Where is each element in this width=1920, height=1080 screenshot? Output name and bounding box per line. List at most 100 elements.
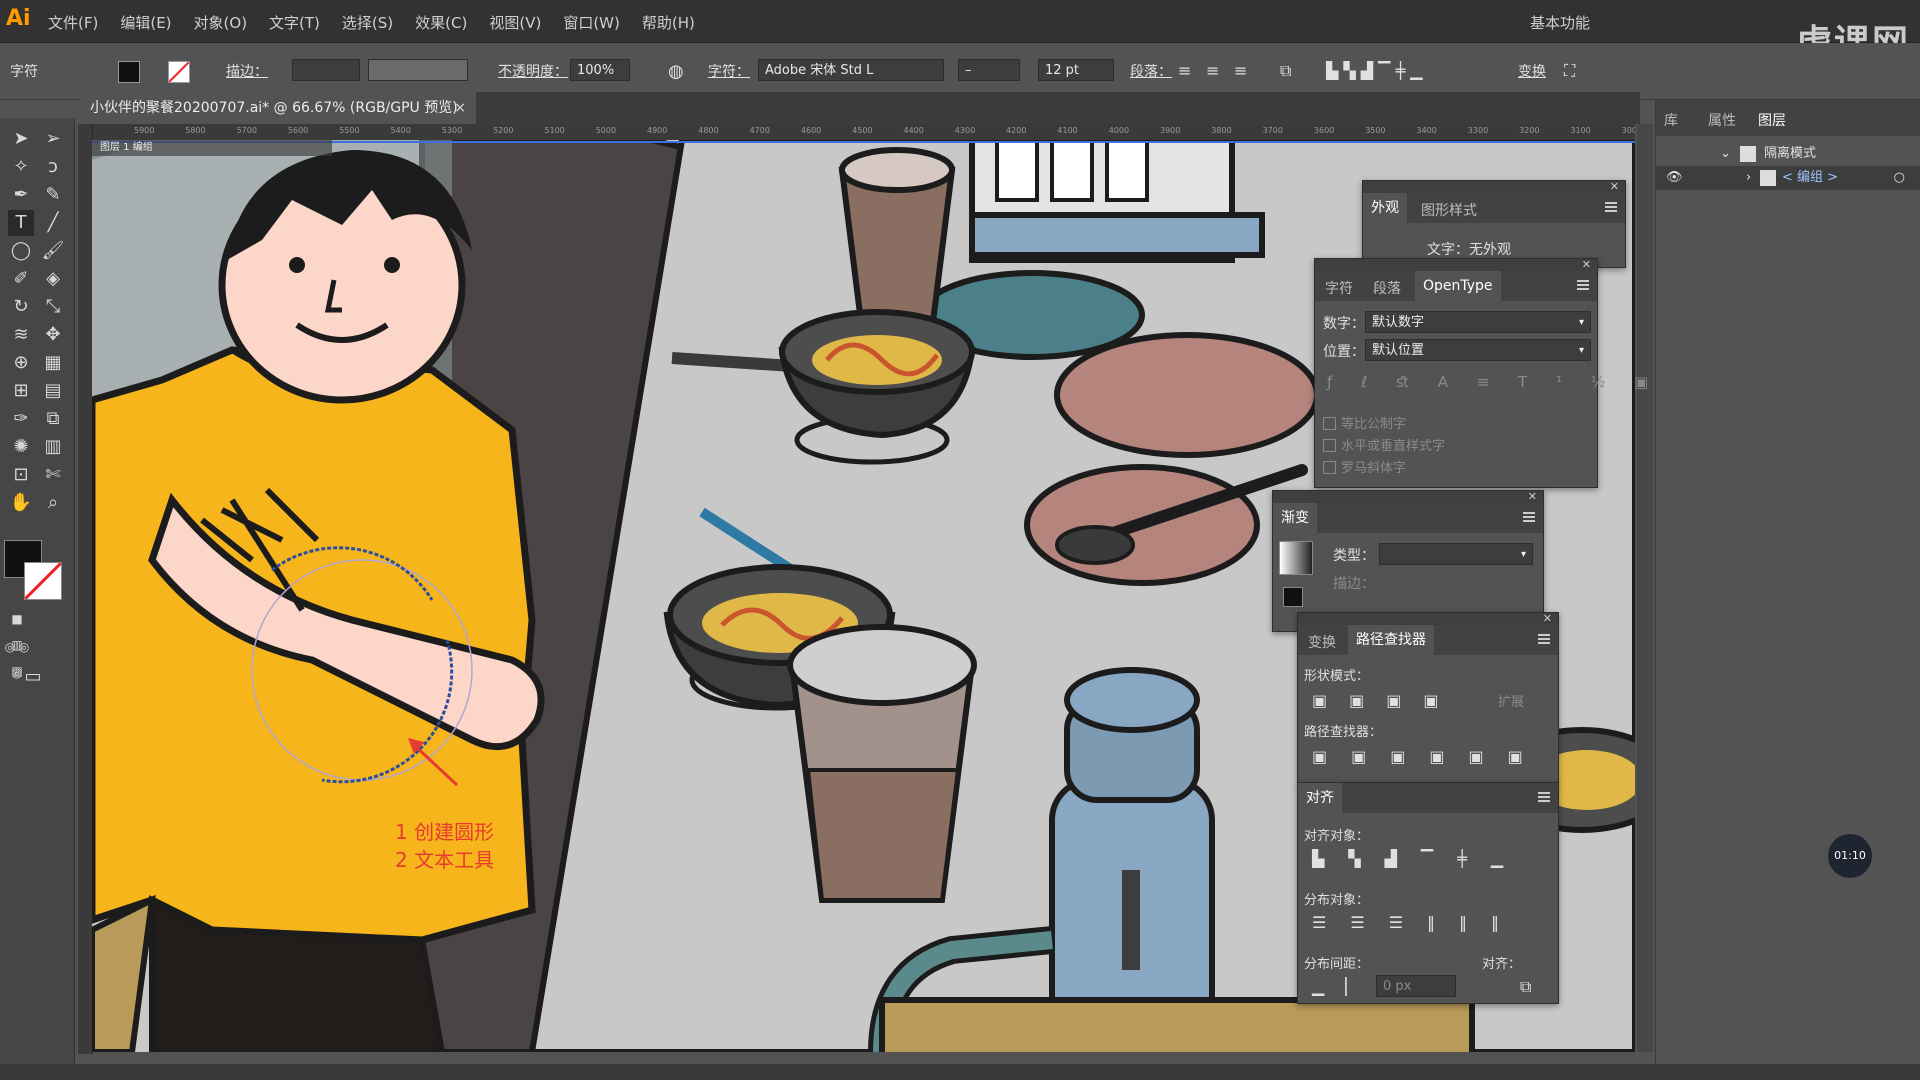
line-tool-icon[interactable]: ╱ bbox=[40, 210, 66, 236]
shape-mode-icons[interactable]: ▣▣▣▣ bbox=[1312, 691, 1460, 710]
checkbox-roman-italic[interactable] bbox=[1323, 461, 1336, 474]
target-icon[interactable]: ○ bbox=[1894, 166, 1905, 190]
pathfinder-icons[interactable]: ▣▣▣▣▣▣ bbox=[1312, 747, 1547, 766]
menu-help[interactable]: 帮助(H) bbox=[642, 12, 695, 33]
blend-tool-icon[interactable]: ⧉ bbox=[40, 406, 66, 432]
font-family-field[interactable]: Adobe 宋体 Std L bbox=[758, 59, 944, 81]
eye-icon[interactable]: 👁 bbox=[1666, 166, 1683, 190]
tab-paragraph[interactable]: 段落 bbox=[1373, 278, 1401, 298]
menu-type[interactable]: 文字(T) bbox=[269, 12, 320, 33]
align-left-icon[interactable]: ≡ bbox=[1178, 61, 1191, 80]
fill-mini-icon[interactable] bbox=[1283, 587, 1303, 607]
opacity-field[interactable]: 100% bbox=[570, 59, 630, 81]
opacity-label[interactable]: 不透明度： bbox=[498, 61, 568, 81]
brush-field[interactable] bbox=[368, 59, 468, 81]
align-object-icons[interactable]: ▙▚▟▔╪▁ bbox=[1312, 849, 1527, 868]
stroke-swatch[interactable] bbox=[168, 61, 190, 83]
panel-menu-icon[interactable] bbox=[1538, 792, 1550, 794]
isolate-icon[interactable]: ⛶ bbox=[1564, 61, 1575, 81]
slice-tool-icon[interactable]: ✄ bbox=[40, 462, 66, 488]
tab-appearance[interactable]: 外观 bbox=[1363, 193, 1407, 223]
position-select[interactable]: 默认位置 ▾ bbox=[1365, 339, 1591, 361]
tab-opentype[interactable]: OpenType bbox=[1415, 271, 1501, 301]
horizontal-ruler[interactable]: 5900 5800 5700 5600 5500 5400 5300 5200 5100 5000… bbox=[92, 124, 1635, 141]
char-label[interactable]: 字符： bbox=[708, 61, 750, 81]
scale-tool-icon[interactable]: ⤡ bbox=[40, 294, 66, 320]
artboard-tool-icon[interactable]: ⊡ bbox=[8, 462, 34, 488]
menu-view[interactable]: 视图(V) bbox=[489, 12, 541, 33]
close-icon[interactable]: ✕ bbox=[1610, 180, 1619, 193]
tab-libraries[interactable]: 库 bbox=[1664, 110, 1678, 130]
panel-menu-icon[interactable] bbox=[1577, 280, 1589, 282]
digits-select[interactable]: 默认数字 ▾ bbox=[1365, 311, 1591, 333]
workspace-switcher[interactable]: 基本功能 bbox=[1530, 12, 1590, 33]
chevron-right-icon[interactable]: › bbox=[1746, 166, 1751, 190]
direct-selection-tool-icon[interactable]: ➢ bbox=[40, 126, 66, 152]
tab-align[interactable]: 对齐 bbox=[1298, 783, 1342, 813]
screen-mode-icon[interactable]: ▭ bbox=[20, 664, 46, 690]
ellipse-tool-icon[interactable]: ◯ bbox=[8, 238, 34, 264]
align-center-icon[interactable]: ≡ bbox=[1206, 61, 1219, 80]
shaper-tool-icon[interactable]: ✐ bbox=[8, 266, 34, 292]
draw-mode-icon[interactable]: ◎ ◎ ◎ bbox=[4, 634, 30, 680]
menu-select[interactable]: 选择(S) bbox=[342, 12, 393, 33]
eyedropper-icon[interactable]: ✑ bbox=[8, 406, 34, 432]
font-style-field[interactable]: – bbox=[958, 59, 1020, 81]
align-right-icon[interactable]: ≡ bbox=[1234, 61, 1247, 80]
chevron-down-icon[interactable]: ⌄ bbox=[1720, 142, 1731, 166]
gradient-tool-icon[interactable]: ▤ bbox=[40, 378, 66, 404]
panel-menu-icon[interactable] bbox=[1523, 512, 1535, 514]
menu-file[interactable]: 文件(F) bbox=[48, 12, 98, 33]
tab-graphic-styles[interactable]: 图形样式 bbox=[1421, 200, 1477, 220]
free-transform-icon[interactable]: ✥ bbox=[40, 322, 66, 348]
lasso-icon[interactable]: ↄ bbox=[40, 154, 66, 180]
transform-label[interactable]: 变换 bbox=[1518, 61, 1546, 81]
fill-swatch[interactable] bbox=[118, 61, 140, 83]
layer-row-group[interactable]: 👁 › < 编组 > ○ bbox=[1656, 166, 1920, 190]
pen-tool-icon[interactable]: ✒ bbox=[8, 182, 34, 208]
tab-properties[interactable]: 属性 bbox=[1708, 110, 1736, 130]
close-icon[interactable]: ✕ bbox=[1582, 258, 1591, 271]
rotate-tool-icon[interactable]: ↻ bbox=[8, 294, 34, 320]
menu-edit[interactable]: 编辑(E) bbox=[120, 12, 171, 33]
spacing-field[interactable]: 0 px bbox=[1376, 975, 1456, 997]
paintbrush-icon[interactable]: 🖌 bbox=[40, 238, 66, 264]
panel-menu-icon[interactable] bbox=[1605, 202, 1617, 204]
symbol-sprayer-icon[interactable]: ✺ bbox=[8, 434, 34, 460]
stroke-color-icon[interactable] bbox=[23, 561, 63, 601]
tab-layers[interactable]: 图层 bbox=[1758, 110, 1786, 130]
align-to-icon[interactable]: ⧉ bbox=[1280, 61, 1291, 81]
tab-pathfinder[interactable]: 路径查找器 bbox=[1348, 625, 1434, 655]
column-graph-icon[interactable]: ▥ bbox=[40, 434, 66, 460]
document-tab[interactable]: 小伙伴的聚餐20200707.ai* @ 66.67% (RGB/GPU 预览)… bbox=[80, 92, 476, 124]
type-on-path-tool-icon[interactable]: T bbox=[8, 210, 34, 236]
menu-effect[interactable]: 效果(C) bbox=[415, 12, 467, 33]
align-objects-icons[interactable]: ▙ ▚ ▟ ▔ ╪ ▁ bbox=[1326, 61, 1423, 80]
distribute-spacing-icons[interactable]: ▁▕ bbox=[1312, 977, 1357, 996]
zoom-tool-icon[interactable]: ⌕ bbox=[40, 490, 66, 516]
tab-character[interactable]: 字符 bbox=[1325, 278, 1353, 298]
tab-transform[interactable]: 变换 bbox=[1308, 632, 1336, 652]
panel-menu-icon[interactable] bbox=[1538, 634, 1550, 636]
menu-object[interactable]: 对象(O) bbox=[194, 12, 248, 33]
paragraph-label[interactable]: 段落： bbox=[1130, 61, 1172, 81]
shape-builder-icon[interactable]: ⊕ bbox=[8, 350, 34, 376]
gradient-swatch[interactable] bbox=[1279, 541, 1313, 575]
close-icon[interactable]: ✕ bbox=[1528, 490, 1537, 503]
gradient-type-select[interactable]: ▾ bbox=[1379, 543, 1533, 565]
magic-wand-icon[interactable]: ✧ bbox=[8, 154, 34, 180]
close-icon[interactable]: ✕ bbox=[1543, 612, 1552, 625]
align-to-dropdown-icon[interactable]: ⧉ bbox=[1520, 977, 1531, 997]
opentype-feature-icons[interactable]: ƒ ℓ ﬆ A ≡ T ¹ ½ ▣ bbox=[1327, 373, 1660, 391]
expand-button[interactable]: 扩展 bbox=[1498, 691, 1524, 710]
font-size-field[interactable]: 12 pt bbox=[1038, 59, 1114, 81]
vertical-ruler[interactable] bbox=[78, 124, 93, 1054]
eraser-icon[interactable]: ◈ bbox=[40, 266, 66, 292]
checkbox-proportional[interactable] bbox=[1323, 417, 1336, 430]
recolor-icon[interactable]: ◍ bbox=[668, 61, 684, 82]
menu-window[interactable]: 窗口(W) bbox=[563, 12, 620, 33]
color-mode-icon[interactable]: ■ ▥ ▨ bbox=[4, 606, 30, 678]
mesh-tool-icon[interactable]: ⊞ bbox=[8, 378, 34, 404]
perspective-grid-icon[interactable]: ▦ bbox=[40, 350, 66, 376]
tab-gradient[interactable]: 渐变 bbox=[1273, 503, 1317, 533]
